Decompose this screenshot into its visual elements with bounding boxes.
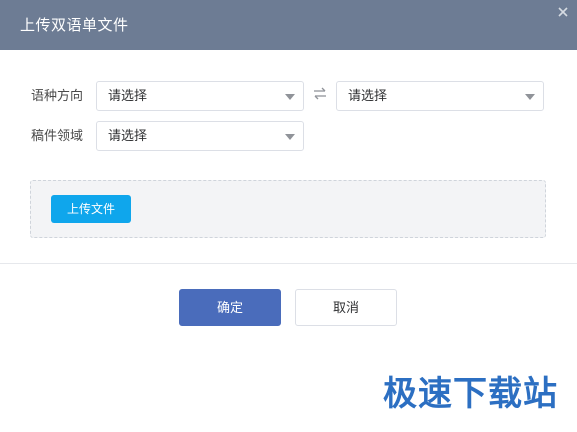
source-language-value: 请选择 bbox=[108, 89, 148, 104]
confirm-button[interactable]: 确定 bbox=[179, 289, 281, 326]
domain-label: 稿件领域 bbox=[31, 129, 84, 144]
domain-select[interactable]: 请选择 bbox=[96, 121, 304, 151]
swap-arrows-icon[interactable] bbox=[312, 86, 328, 102]
footer-divider bbox=[0, 263, 577, 264]
close-icon[interactable] bbox=[555, 4, 571, 20]
chevron-down-icon bbox=[285, 94, 295, 100]
dialog-title: 上传双语单文件 bbox=[20, 16, 129, 34]
chevron-down-icon bbox=[285, 134, 295, 140]
source-language-select[interactable]: 请选择 bbox=[96, 81, 304, 111]
target-language-value: 请选择 bbox=[348, 89, 388, 104]
upload-file-button[interactable]: 上传文件 bbox=[51, 195, 131, 223]
chevron-down-icon bbox=[525, 94, 535, 100]
dialog-header: 上传双语单文件 bbox=[0, 0, 577, 50]
cancel-button[interactable]: 取消 bbox=[295, 289, 397, 326]
language-direction-label: 语种方向 bbox=[31, 89, 84, 104]
watermark-logo: 极速下载站 bbox=[383, 374, 558, 414]
domain-value: 请选择 bbox=[108, 129, 148, 144]
upload-bilingual-dialog: 上传双语单文件 语种方向 请选择 请选择 稿件领域 请选择 上传文件 确定 取消… bbox=[0, 0, 577, 432]
target-language-select[interactable]: 请选择 bbox=[336, 81, 544, 111]
upload-dropzone[interactable]: 上传文件 bbox=[30, 180, 546, 238]
